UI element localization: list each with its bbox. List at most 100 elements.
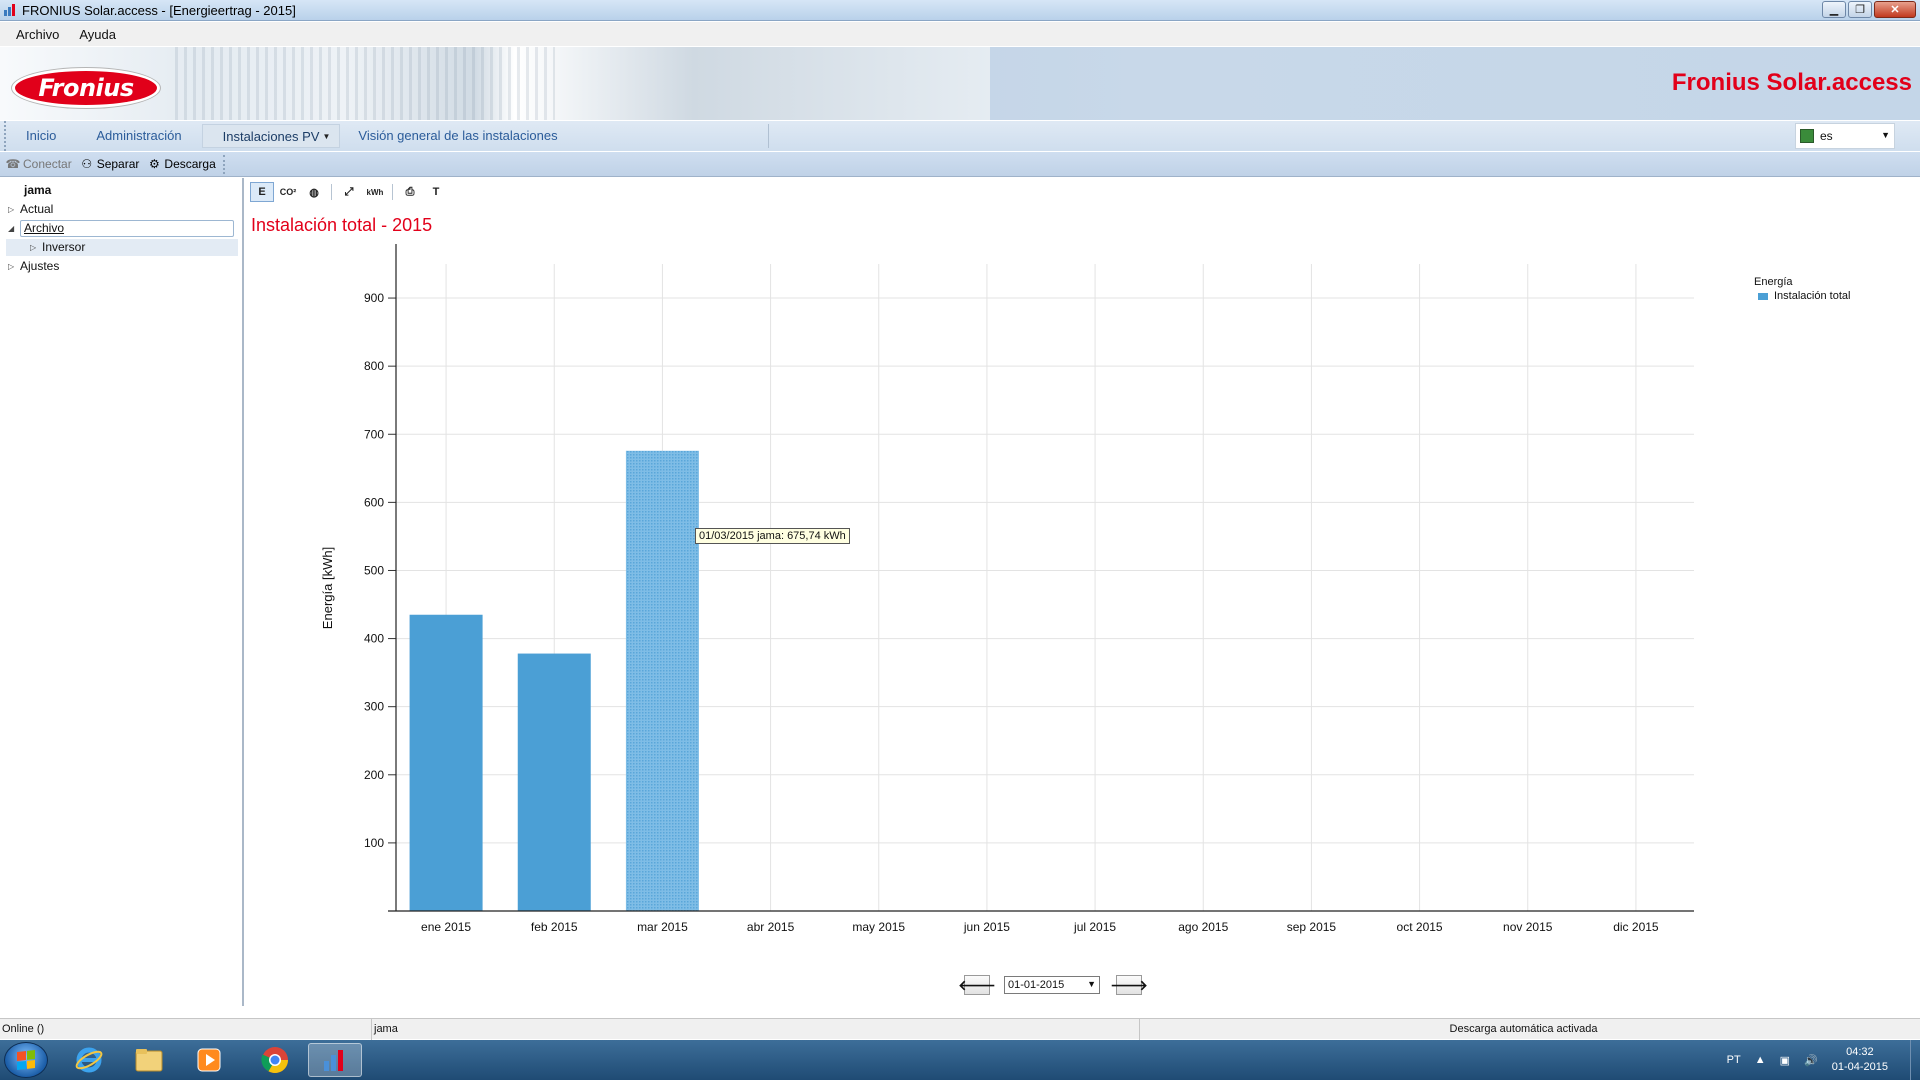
x-tick-label: may 2015: [852, 920, 905, 934]
bar-1[interactable]: [409, 614, 483, 911]
y-tick-label: 600: [364, 495, 384, 509]
start-button[interactable]: [4, 1042, 48, 1078]
x-tick-label: dic 2015: [1613, 920, 1659, 934]
phone-icon: ☎: [5, 157, 21, 171]
chrome-icon: [261, 1047, 289, 1074]
x-tick-label: nov 2015: [1503, 920, 1553, 934]
chevron-down-icon: ▼: [1087, 979, 1096, 989]
tree-item-label: Actual: [20, 202, 54, 216]
x-tick-label: jun 2015: [963, 920, 1010, 934]
language-value: es: [1820, 129, 1833, 143]
expand-icon[interactable]: ▷: [30, 239, 42, 256]
window-title: FRONIUS Solar.access - [Energieertrag - …: [22, 3, 296, 18]
brand-title: Fronius Solar.access: [1671, 69, 1912, 96]
clock-time: 04:32: [1846, 1046, 1874, 1058]
expand-icon[interactable]: ▷: [8, 258, 20, 275]
download-button[interactable]: ⚙ Descarga: [147, 157, 216, 171]
y-tick-label: 300: [364, 700, 384, 714]
language-flag-icon: [1800, 129, 1814, 143]
taskbar-media-player[interactable]: [182, 1043, 236, 1077]
separate-button[interactable]: ⚇ Separar: [80, 157, 139, 171]
status-connection: Online (): [0, 1019, 372, 1040]
minimize-button[interactable]: ▁: [1822, 1, 1846, 18]
chevron-down-icon: ▼: [1881, 130, 1890, 140]
tab-dropdown-arrow-icon[interactable]: ▼: [322, 132, 330, 141]
date-value: 01-01-2015: [1008, 979, 1065, 991]
close-button[interactable]: ✕: [1874, 1, 1916, 18]
legend-label: Instalación total: [1774, 290, 1851, 302]
chart-legend: Energía Instalación total: [1754, 276, 1850, 302]
x-tick-label: mar 2015: [637, 920, 688, 934]
status-bar: Online () jama Descarga automática activ…: [0, 1018, 1920, 1040]
tab-administracion[interactable]: Administración: [76, 124, 201, 148]
x-tick-label: sep 2015: [1287, 920, 1337, 934]
menu-archivo[interactable]: Archivo: [8, 25, 67, 44]
arrow-left-icon: 🡐: [958, 976, 996, 993]
previous-year-button[interactable]: 🡐: [958, 975, 996, 995]
tree-item-archivo[interactable]: ◢ Archivo: [8, 220, 238, 237]
bar-2[interactable]: [517, 653, 591, 911]
taskbar-clock[interactable]: 04:32 01-04-2015: [1832, 1045, 1888, 1075]
x-tick-label: jul 2015: [1073, 920, 1116, 934]
toolbar-separator: [223, 155, 225, 174]
tree-root-jama[interactable]: jama: [24, 182, 51, 199]
taskbar-chrome[interactable]: [248, 1043, 302, 1077]
tab-instalaciones-pv[interactable]: Instalaciones PV: [201, 124, 341, 148]
windows-taskbar: PT ▲ ▣ 🔊 04:32 01-04-2015: [0, 1040, 1920, 1080]
x-tick-label: oct 2015: [1397, 920, 1443, 934]
arrow-right-icon: 🡒: [1110, 976, 1148, 993]
tree-item-inversor[interactable]: ▷ Inversor: [6, 239, 238, 256]
minimize-icon: ▁: [1829, 4, 1839, 16]
expand-icon[interactable]: ▷: [8, 201, 20, 218]
x-tick-label: ago 2015: [1178, 920, 1228, 934]
chart-panel: E CO² ◍ ⤢ kWh ⎙ T Instalación total - 20…: [246, 178, 1920, 1006]
show-desktop-button[interactable]: [1910, 1040, 1920, 1080]
legend-swatch: [1758, 292, 1768, 300]
tree-item-label: Inversor: [42, 240, 86, 254]
y-tick-label: 200: [364, 768, 384, 782]
taskbar-ie[interactable]: [62, 1043, 116, 1077]
main-navigation: Inicio Administración Instalaciones PV ▼…: [0, 121, 1920, 151]
bar-tooltip: 01/03/2015 jama: 675,74 kWh: [695, 528, 850, 544]
tree-item-actual[interactable]: ▷ Actual: [8, 201, 53, 218]
tray-expand-icon[interactable]: ▲: [1755, 1054, 1766, 1066]
x-tick-label: feb 2015: [531, 920, 578, 934]
collapse-icon[interactable]: ◢: [8, 220, 20, 237]
y-tick-label: 700: [364, 427, 384, 441]
date-select[interactable]: 01-01-2015 ▼: [1004, 976, 1100, 994]
nav-separator: [768, 124, 769, 148]
bar-3[interactable]: [625, 450, 699, 911]
next-year-button[interactable]: 🡒: [1110, 975, 1148, 995]
close-icon: ✕: [1890, 4, 1900, 16]
clock-date: 01-04-2015: [1831, 1061, 1888, 1073]
tab-vision-general[interactable]: Visión general de las instalaciones: [338, 124, 577, 148]
volume-icon[interactable]: 🔊: [1804, 1054, 1818, 1067]
input-language[interactable]: PT: [1727, 1054, 1741, 1066]
tree-root-label: jama: [24, 183, 52, 197]
taskbar-explorer[interactable]: [122, 1043, 176, 1077]
menu-ayuda[interactable]: Ayuda: [71, 25, 124, 44]
network-icon[interactable]: ▣: [1780, 1054, 1790, 1067]
windows-logo-icon: [17, 1050, 35, 1070]
connection-toolbar: ☎ Conectar ⚇ Separar ⚙ Descarga: [0, 152, 1920, 177]
y-tick-label: 800: [364, 359, 384, 373]
restore-icon: ❐: [1855, 4, 1865, 16]
tree-item-archivo-selected[interactable]: Archivo: [20, 220, 234, 237]
header-banner: Fronius Fronius Solar.access: [0, 47, 1920, 120]
legend-title: Energía: [1754, 276, 1793, 288]
restore-button[interactable]: ❐: [1848, 1, 1872, 18]
tab-inicio[interactable]: Inicio: [6, 124, 76, 148]
legend-item[interactable]: Instalación total: [1754, 290, 1850, 302]
connect-label: Conectar: [23, 157, 72, 171]
download-icon: ⚙: [149, 157, 160, 171]
x-tick-label: abr 2015: [747, 920, 795, 934]
folder-icon: [135, 1049, 163, 1072]
y-tick-label: 500: [364, 563, 384, 577]
language-select[interactable]: es ▼: [1795, 123, 1895, 149]
date-navigator: 🡐 01-01-2015 ▼ 🡒: [958, 975, 1148, 995]
taskbar-solar-access[interactable]: [308, 1043, 362, 1077]
connect-button[interactable]: ☎ Conectar: [6, 157, 72, 171]
tree-item-label: Archivo: [24, 221, 65, 235]
tree-item-ajustes[interactable]: ▷ Ajustes: [8, 258, 59, 275]
fronius-logo: Fronius: [12, 68, 160, 108]
